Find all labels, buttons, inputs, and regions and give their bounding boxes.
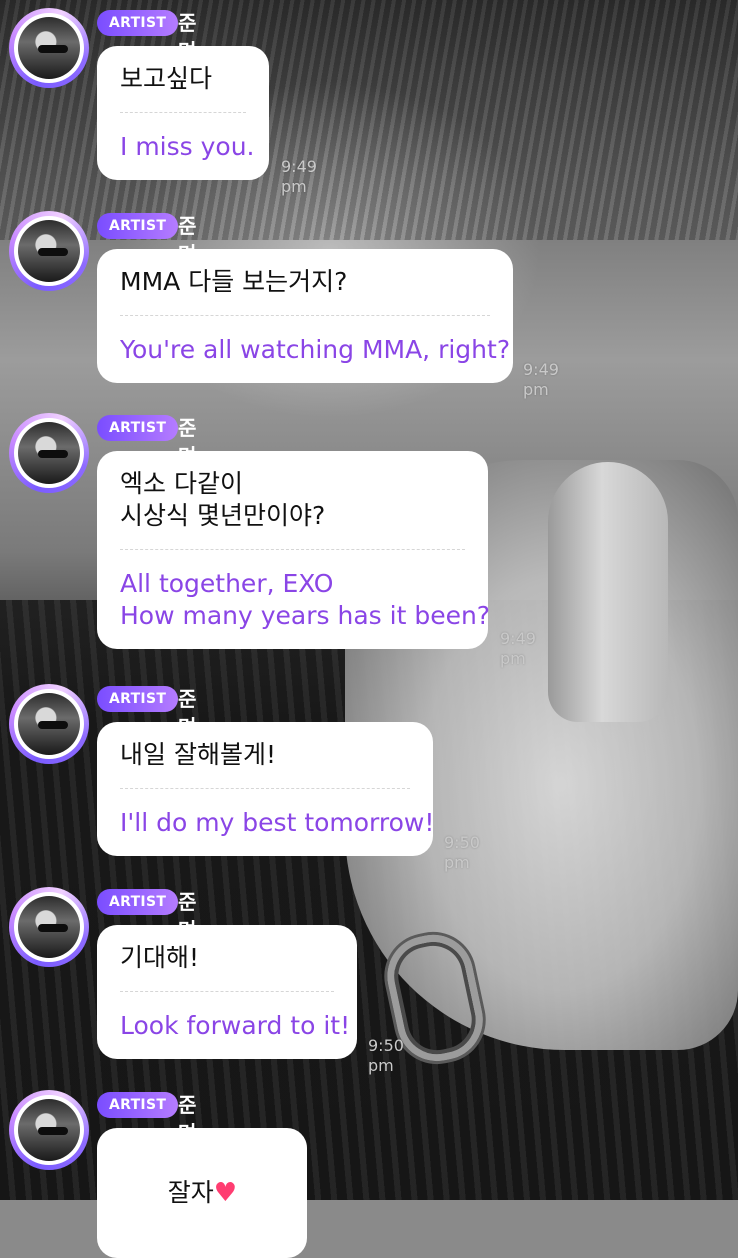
artist-badge: ARTIST [97,686,179,712]
artist-avatar[interactable] [9,413,89,493]
message-bubble[interactable]: 엑소 다같이 시상식 몇년만이야? All together, EXO How … [97,451,491,649]
message-time: 9:49 pm [281,157,317,196]
message-bubble[interactable]: MMA 다들 보는거지? You're all watching MMA, ri… [97,249,513,383]
heart-emoji: ♥ [213,1178,238,1208]
message-text: 엑소 다같이 시상식 몇년만이야? [120,451,465,550]
translation-text: I miss you. [120,132,255,161]
artist-badge: ARTIST [97,415,179,441]
message-bubble[interactable]: 내일 잘해볼게! I'll do my best tomorrow! [97,722,435,856]
message-text-row: 잘자♥ [120,1128,284,1258]
message-text: 보고싶다 [120,46,246,113]
message-text: 기대해! [120,925,334,992]
message-time: 9:50 pm [368,1036,404,1075]
artist-badge: ARTIST [97,213,179,239]
message-bubble[interactable]: 보고싶다 I miss you. [97,46,269,180]
artist-avatar[interactable] [9,1090,89,1170]
message-bubble[interactable]: 잘자♥ [97,1128,307,1258]
message-time: 9:50 pm [444,833,480,872]
message-text: 내일 잘해볼게! [120,722,410,789]
message-time: 9:49 pm [500,629,536,668]
artist-badge: ARTIST [97,1092,179,1118]
translation-text: You're all watching MMA, right? [120,335,511,364]
translation-text: All together, EXO How many years has it … [120,569,491,630]
artist-badge: ARTIST [97,10,179,36]
translation-text: I'll do my best tomorrow! [120,808,435,837]
artist-avatar[interactable] [9,211,89,291]
artist-avatar[interactable] [9,8,89,88]
message-text: MMA 다들 보는거지? [120,249,490,316]
background-thumb [548,462,668,722]
artist-avatar[interactable] [9,887,89,967]
translation-text: Look forward to it! [120,1011,351,1040]
artist-badge: ARTIST [97,889,179,915]
message-time: 9:49 pm [523,360,559,399]
message-bubble[interactable]: 기대해! Look forward to it! [97,925,357,1059]
message-text: 잘자 [167,1178,214,1207]
artist-avatar[interactable] [9,684,89,764]
